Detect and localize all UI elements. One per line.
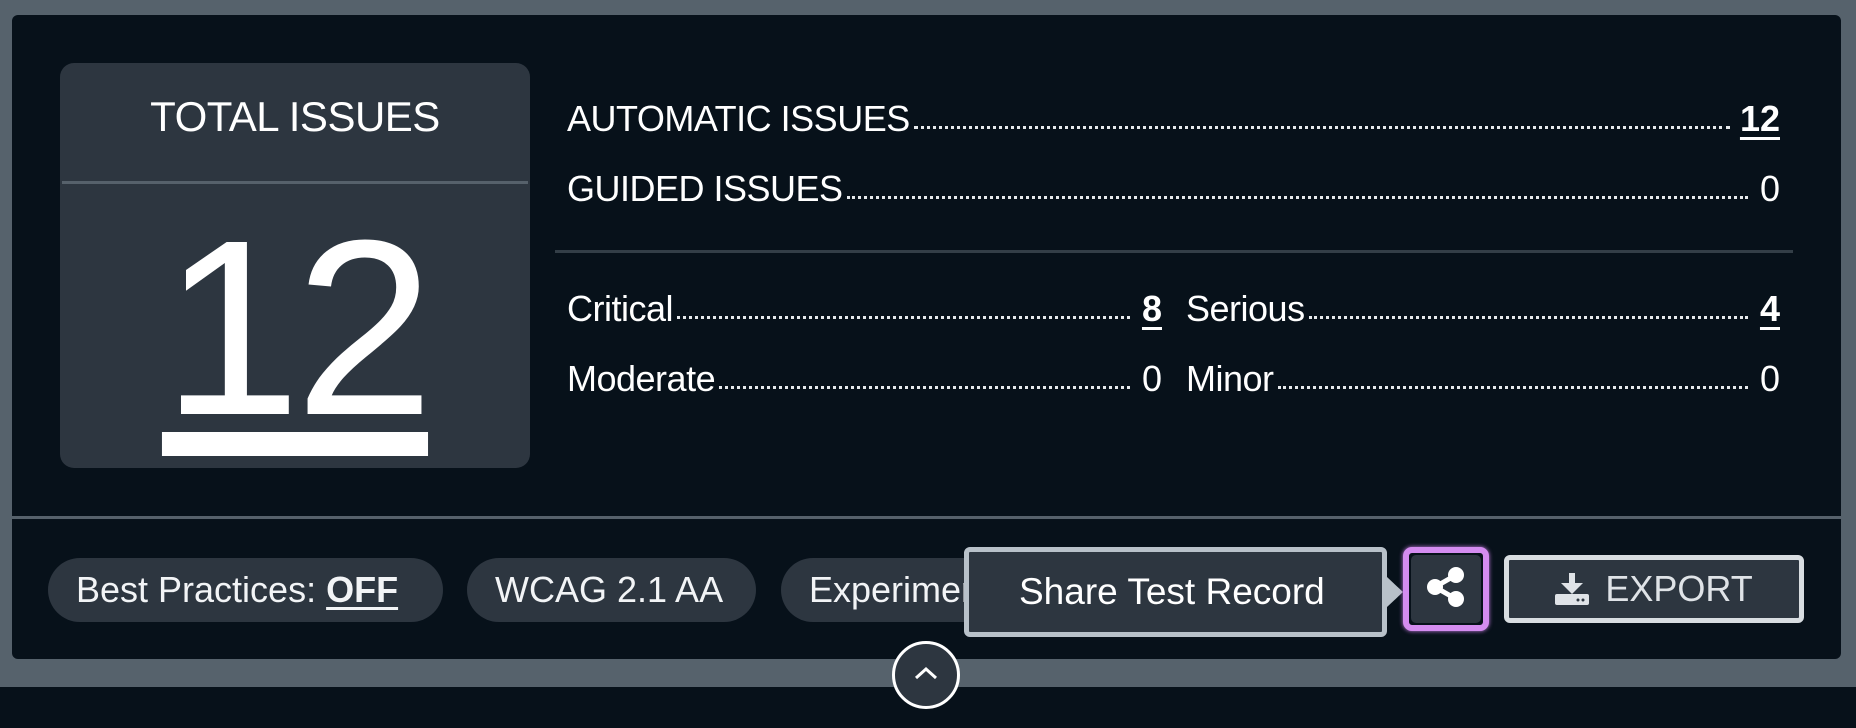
severity-moderate-label: Moderate	[567, 358, 716, 399]
share-icon	[1423, 564, 1469, 615]
download-icon	[1555, 573, 1590, 605]
share-tooltip-text: Share Test Record	[1019, 571, 1325, 612]
total-issues-heading: TOTAL ISSUES	[150, 93, 440, 140]
automatic-issues-count-link[interactable]: 12	[1740, 98, 1780, 140]
guided-issues-row: GUIDED ISSUES 0	[567, 168, 1780, 210]
chevron-up-icon	[913, 665, 939, 686]
export-label: EXPORT	[1605, 568, 1753, 609]
best-practices-pill[interactable]: Best Practices: OFF	[48, 558, 443, 622]
severity-moderate-row: Moderate 0	[567, 358, 1162, 400]
severity-moderate-count: 0	[1141, 358, 1162, 399]
automatic-issues-row: AUTOMATIC ISSUES 12	[567, 98, 1780, 140]
export-button[interactable]: EXPORT	[1504, 555, 1804, 623]
guided-issues-count: 0	[1759, 168, 1780, 209]
severity-minor-label: Minor	[1186, 358, 1274, 399]
severity-minor-row: Minor 0	[1186, 358, 1780, 400]
best-practices-value[interactable]: OFF	[326, 569, 398, 611]
leader-dots	[1308, 314, 1748, 319]
total-issues-card: TOTAL ISSUES 12	[60, 63, 530, 468]
leader-dots	[719, 384, 1130, 389]
severity-serious-row: Serious 4	[1186, 288, 1780, 330]
best-practices-label: Best Practices:	[76, 569, 317, 610]
leader-dots	[1277, 384, 1748, 389]
wcag-level-pill[interactable]: WCAG 2.1 AA	[467, 558, 756, 622]
footer-divider	[12, 516, 1841, 519]
automatic-issues-label: AUTOMATIC ISSUES	[567, 98, 910, 139]
total-issues-divider	[62, 181, 528, 184]
collapse-summary-button[interactable]	[892, 641, 960, 709]
guided-issues-label: GUIDED ISSUES	[567, 168, 843, 209]
leader-dots	[913, 124, 1730, 129]
leader-dots	[677, 314, 1130, 319]
severity-critical-count-link[interactable]: 8	[1140, 288, 1162, 330]
severity-minor-count: 0	[1759, 358, 1780, 399]
severity-serious-label: Serious	[1186, 288, 1305, 329]
severity-critical-row: Critical 8	[567, 288, 1162, 330]
total-issues-count-link[interactable]: 12	[60, 203, 530, 453]
wcag-level-label: WCAG 2.1 AA	[495, 569, 724, 610]
share-button[interactable]	[1403, 547, 1489, 631]
tooltip-arrow	[1387, 577, 1403, 607]
leader-dots	[846, 194, 1748, 199]
summary-divider	[555, 250, 1793, 253]
share-tooltip: Share Test Record	[964, 547, 1387, 637]
severity-critical-label: Critical	[567, 288, 674, 329]
severity-serious-count-link[interactable]: 4	[1758, 288, 1780, 330]
